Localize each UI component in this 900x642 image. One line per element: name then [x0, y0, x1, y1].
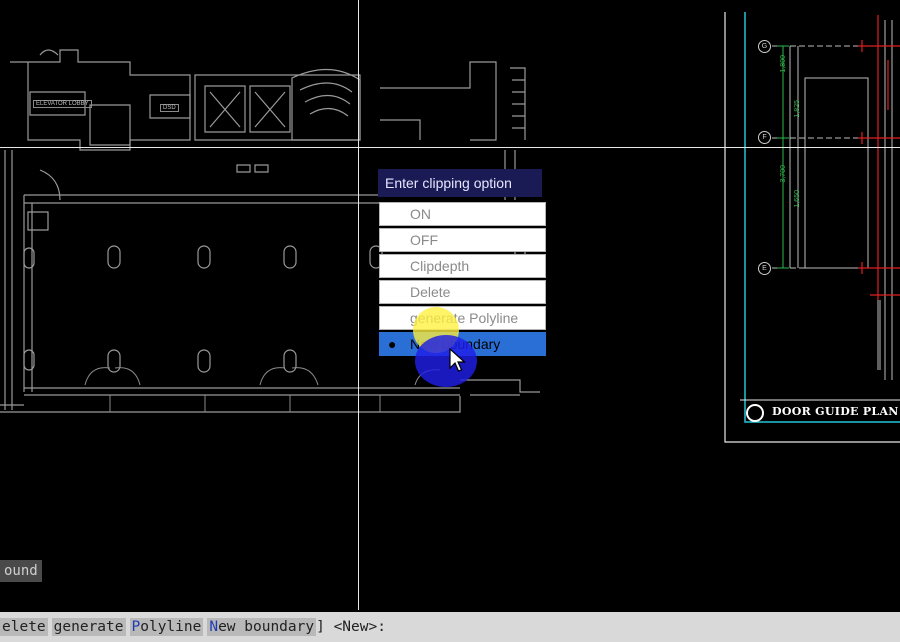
option-label: New boundary — [410, 336, 501, 352]
dimension-label: 3,700 — [780, 165, 787, 183]
option-new-boundary[interactable]: ● New boundary — [379, 332, 546, 356]
option-on[interactable]: ON — [379, 202, 546, 226]
option-label: ON — [410, 206, 431, 222]
bullet-icon: ● — [388, 336, 397, 352]
option-generate-polyline[interactable]: generate Polyline — [379, 306, 546, 330]
axis-bubble-f: F — [758, 131, 771, 144]
cmd-option-key: N — [209, 619, 219, 635]
cmd-option-text: generate — [53, 619, 124, 635]
cmd-option-new-boundary[interactable]: New boundary — [207, 618, 317, 636]
crosshair-vertical — [358, 0, 359, 610]
option-label: Delete — [410, 284, 451, 300]
cmd-option-text: ew boundary — [218, 619, 315, 635]
cmd-option-generate[interactable]: generate — [51, 618, 126, 636]
option-clipdepth[interactable]: Clipdepth — [379, 254, 546, 278]
cmd-option-text: elete — [2, 619, 46, 635]
dimension-label: 1,825 — [794, 100, 801, 118]
cmd-option-text: olyline — [140, 619, 202, 635]
axis-bubble-g: G — [758, 40, 771, 53]
room-tag-dsd: DSD — [160, 104, 179, 112]
cmd-option-polyline[interactable]: Polyline — [129, 618, 204, 636]
cmd-option-key: P — [131, 619, 141, 635]
option-delete[interactable]: Delete — [379, 280, 546, 304]
option-label: OFF — [410, 232, 438, 248]
cmd-option-delete[interactable]: elete — [0, 618, 48, 636]
room-tag-elevator-lobby: ELEVATOR LOBBY — [33, 100, 92, 108]
dimension-label: 1,650 — [794, 190, 801, 208]
cmd-suffix: ] <New>: — [316, 619, 386, 635]
clipping-option-prompt: Enter clipping option — [378, 169, 542, 197]
crosshair-horizontal — [0, 147, 900, 148]
option-off[interactable]: OFF — [379, 228, 546, 252]
dimension-label: 1,800 — [780, 55, 787, 73]
tooltip-label: ound — [0, 560, 42, 582]
option-label: Clipdepth — [410, 258, 470, 274]
plan-title: DOOR GUIDE PLAN — [772, 405, 899, 418]
axis-bubble-e: E — [758, 262, 771, 275]
plan-title-marker — [746, 404, 764, 422]
command-line[interactable]: elete generate Polyline New boundary] <New>… — [0, 612, 900, 642]
clipping-option-menu: ON OFF Clipdepth Delete generate Polylin… — [379, 202, 546, 358]
option-label: generate Polyline — [410, 310, 519, 326]
